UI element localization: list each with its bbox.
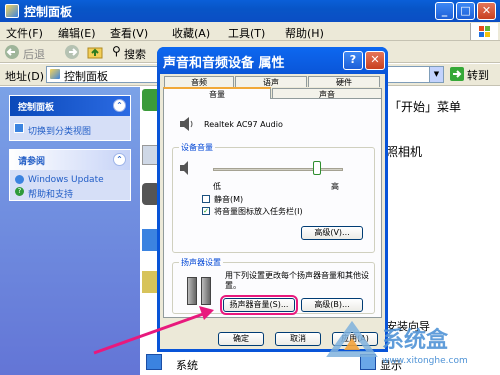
help-icon: ? [15, 187, 24, 196]
back-button[interactable]: 后退 [4, 44, 60, 61]
volume-tab-panel: Realtek AC97 Audio 设备音量 低 高 静音(M) ✓ 将音量图… [163, 98, 382, 318]
switch-category-link[interactable]: 切换到分类视图 [10, 116, 130, 137]
see-also-header[interactable]: 请参阅 ⌃ [10, 150, 130, 170]
control-panel-header[interactable]: 控制面板 ⌃ [10, 96, 130, 116]
device-name: Realtek AC97 Audio [204, 120, 283, 129]
speaker-settings-group: 扬声器设置 用下列设置更改每个扬声器音量和其他设置。 扬声器音量(S)... 高… [172, 257, 375, 315]
see-also-box: 请参阅 ⌃ Windows Update ? 帮助和支持 [9, 149, 131, 201]
display-small-icon [360, 354, 376, 370]
system-label[interactable]: 系统 [176, 357, 198, 373]
menu-bar: 文件(F) 编辑(E) 查看(V) 收藏(A) 工具(T) 帮助(H) [0, 22, 500, 41]
folder-up-icon [87, 47, 103, 59]
menu-view[interactable]: 查看(V) [110, 25, 148, 41]
window-titlebar[interactable]: 控制面板 _ □ ✕ [0, 0, 500, 22]
speaker-volume-button[interactable]: 扬声器音量(S)... [220, 295, 298, 315]
start-menu-label[interactable]: 「开始」菜单 [389, 98, 461, 115]
help-support-link[interactable]: ? 帮助和支持 [10, 184, 130, 200]
setup-wizard-label[interactable]: 安装向导 [386, 318, 430, 334]
control-panel-icon [49, 68, 61, 80]
collapse-icon[interactable]: ⌃ [113, 99, 126, 112]
menu-help[interactable]: 帮助(H) [285, 25, 324, 41]
advanced-button-1[interactable]: 高级(V)... [301, 226, 363, 240]
slider-high-label: 高 [331, 182, 339, 191]
go-arrow-icon [450, 67, 464, 81]
control-panel-icon [5, 4, 19, 18]
mute-label: 静音(M) [214, 195, 244, 204]
tab-volume[interactable]: 音量 [163, 87, 271, 99]
ok-button[interactable]: 确定 [218, 332, 264, 346]
collapse-icon[interactable]: ⌃ [113, 153, 126, 166]
device-volume-group: 设备音量 低 高 静音(M) ✓ 将音量图标放入任务栏(I) 高级(V)... [172, 142, 375, 253]
dialog-body: 音频 语声 硬件 音量 声音 Realtek AC97 Audio 设备音量 低… [160, 74, 385, 349]
maximize-button[interactable]: □ [456, 2, 475, 20]
back-arrow-icon [5, 45, 19, 59]
menu-tools[interactable]: 工具(T) [228, 25, 265, 41]
search-button[interactable]: ⚲ 搜索 [112, 44, 162, 61]
volume-slider-track[interactable] [213, 168, 343, 171]
help-button[interactable]: ? [343, 51, 363, 70]
cancel-button[interactable]: 取消 [275, 332, 321, 346]
see-also-header-label: 请参阅 [18, 157, 46, 167]
menu-edit[interactable]: 编辑(E) [58, 25, 96, 41]
camera-label[interactable]: 照相机 [386, 143, 422, 160]
sound-audio-dialog: 声音和音频设备 属性 ? ✕ 音频 语声 硬件 音量 声音 Realtek AC… [157, 47, 388, 352]
task-pane: 控制面板 ⌃ 切换到分类视图 请参阅 ⌃ Windows Update ? 帮助… [0, 87, 140, 375]
speaker-settings-label: 扬声器设置 [179, 257, 223, 268]
go-button[interactable]: 转到 [450, 66, 498, 83]
window-title: 控制面板 [24, 5, 73, 19]
search-icon: ⚲ [112, 44, 121, 58]
left-speaker-icon [187, 277, 197, 305]
speaker-icon [180, 117, 193, 131]
system-icon [146, 354, 162, 370]
forward-button[interactable] [64, 44, 80, 60]
forward-arrow-icon [65, 45, 79, 59]
slider-low-label: 低 [213, 182, 221, 191]
tray-icon-label: 将音量图标放入任务栏(I) [214, 207, 303, 216]
right-speaker-icon [201, 277, 211, 305]
up-folder-button[interactable] [86, 44, 108, 60]
display-label[interactable]: 显示 [380, 357, 402, 373]
volume-slider-thumb[interactable] [313, 161, 321, 175]
apply-button[interactable]: 应用(A) [332, 332, 378, 346]
advanced-button-2[interactable]: 高级(B)... [301, 298, 363, 312]
menu-favorites[interactable]: 收藏(A) [172, 25, 210, 41]
tray-icon-checkbox[interactable]: ✓ [202, 207, 210, 215]
close-button[interactable]: ✕ [477, 2, 496, 20]
category-view-icon [14, 123, 24, 133]
dialog-close-button[interactable]: ✕ [365, 51, 385, 70]
control-panel-box: 控制面板 ⌃ 切换到分类视图 [9, 95, 131, 141]
menu-file[interactable]: 文件(F) [6, 25, 43, 41]
address-label: 地址(D) [5, 70, 45, 83]
address-dropdown[interactable]: ▼ [429, 67, 443, 82]
dialog-title: 声音和音频设备 属性 [163, 56, 285, 71]
windows-update-link[interactable]: Windows Update [10, 170, 130, 185]
mute-checkbox[interactable] [202, 195, 210, 203]
control-panel-header-label: 控制面板 [18, 103, 55, 113]
globe-icon [15, 175, 24, 184]
minimize-button[interactable]: _ [435, 2, 454, 20]
windows-flag-logo [470, 23, 498, 40]
tab-audio[interactable]: 音频 [164, 76, 234, 87]
tab-hardware[interactable]: 硬件 [308, 76, 380, 87]
speaker-icon [180, 161, 188, 175]
device-volume-label: 设备音量 [179, 142, 215, 153]
tab-voice[interactable]: 语声 [235, 76, 307, 87]
speaker-description: 用下列设置更改每个扬声器音量和其他设置。 [225, 271, 369, 290]
dialog-titlebar[interactable]: 声音和音频设备 属性 ? ✕ [157, 47, 388, 74]
